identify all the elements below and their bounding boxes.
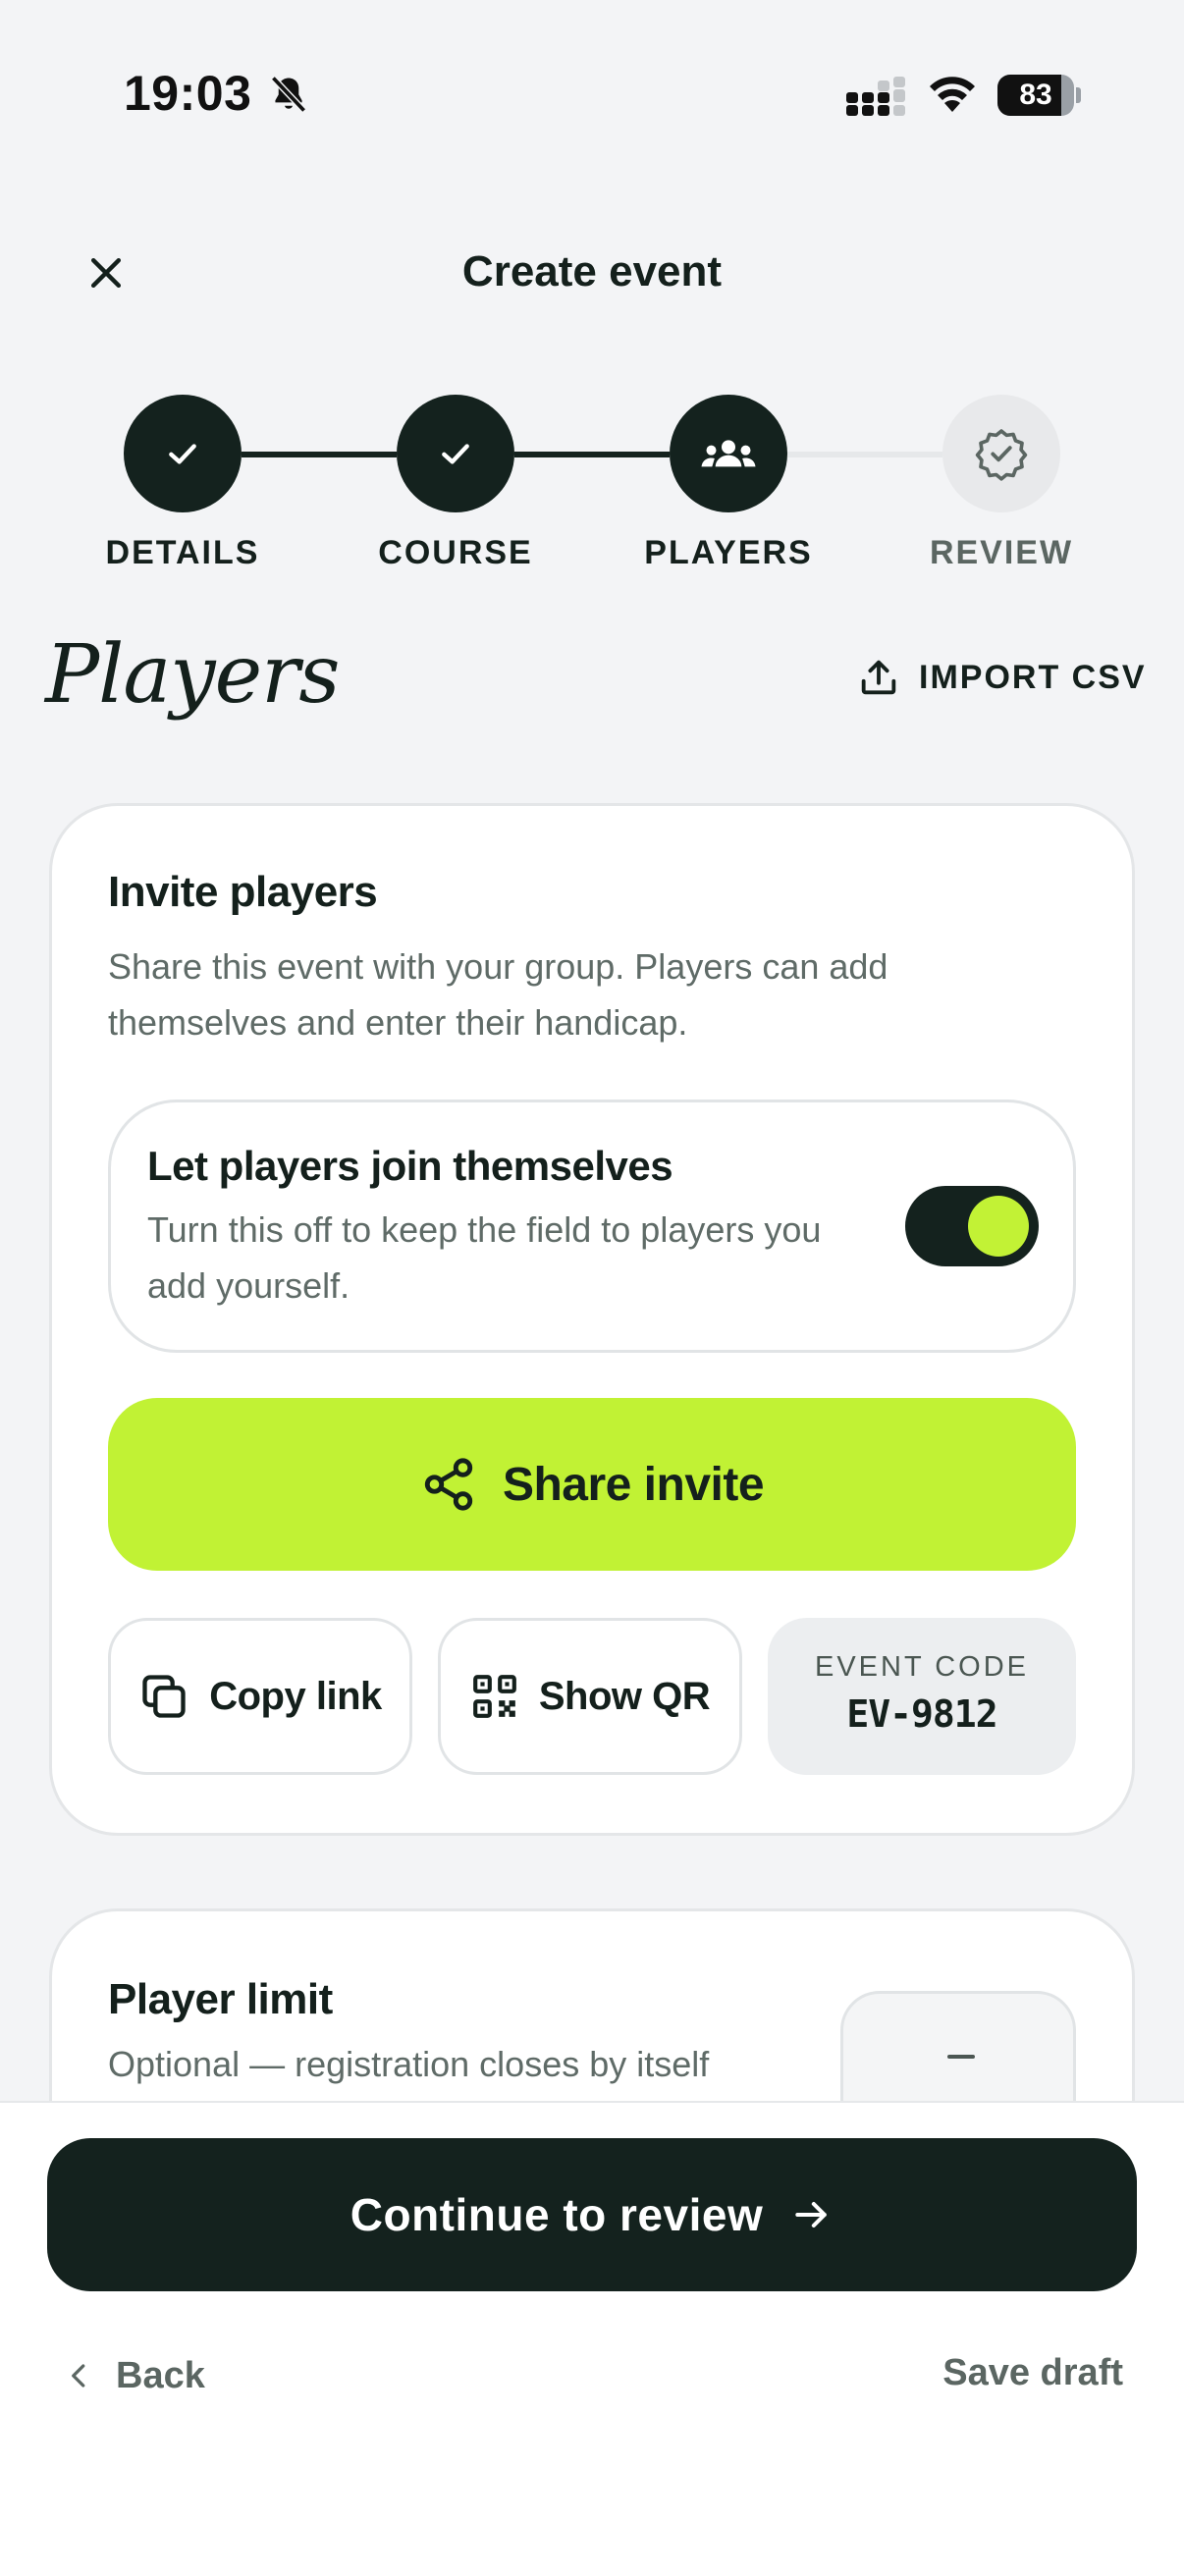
step-label-details: DETAILS [105,534,260,571]
show-qr-label: Show QR [538,1674,711,1718]
step-connector [787,452,942,457]
step-details[interactable] [124,395,242,512]
continue-label: Continue to review [350,2189,764,2240]
import-csv-button[interactable]: IMPORT CSV [856,652,1147,703]
step-course[interactable] [397,395,514,512]
step-connector [514,452,670,457]
upload-icon [861,660,896,695]
copy-link-button[interactable]: Copy link [108,1618,412,1775]
step-connector [242,452,397,457]
toggle-knob [968,1196,1029,1257]
copy-link-label: Copy link [209,1674,382,1718]
check-icon [442,444,469,464]
group-icon [701,440,756,467]
battery-indicator: 83 [997,75,1082,116]
battery-level: 83 [1019,79,1052,111]
bell-muted-icon [271,76,306,113]
qr-code-icon [472,1675,516,1718]
invite-description: Share this event with your group. Player… [108,946,888,1043]
copy-icon [142,1675,186,1718]
signal-icon [846,77,905,116]
event-code-label: EVENT CODE [814,1651,1029,1683]
step-review[interactable] [942,395,1060,512]
share-invite-label: Share invite [502,1458,765,1511]
chevron-left-icon [72,2364,85,2388]
arrow-right-icon [795,2201,828,2228]
save-draft-button[interactable]: Save draft [942,2352,1123,2394]
step-label-review: REVIEW [929,534,1074,571]
wifi-icon [930,77,975,112]
step-players[interactable] [670,395,787,512]
show-qr-button[interactable]: Show QR [438,1618,742,1775]
continue-button[interactable]: Continue to review [47,2138,1137,2291]
share-icon [424,1458,473,1511]
event-code-value: EV-9812 [846,1692,997,1736]
self-join-toggle[interactable] [905,1186,1039,1266]
player-limit-title: Player limit [108,1975,333,2023]
page-title: Create event [461,247,723,295]
step-label-players: PLAYERS [644,534,813,571]
step-label-course: COURSE [378,534,533,571]
import-csv-label: IMPORT CSV [919,658,1147,696]
minus-icon [947,2055,975,2059]
self-join-description: Turn this off to keep the field to playe… [147,1209,822,1306]
check-icon [169,444,196,464]
section-heading: Players [45,628,340,722]
badge-check-icon [975,429,1028,481]
back-label: Back [116,2354,205,2396]
status-time: 19:03 [124,66,252,121]
event-code[interactable]: EVENT CODE EV-9812 [768,1618,1076,1775]
self-join-title: Let players join themselves [147,1143,673,1189]
share-invite-button[interactable]: Share invite [108,1398,1076,1571]
back-button[interactable]: Back [65,2350,205,2401]
invite-title: Invite players [108,868,378,916]
player-limit-description: Optional — registration closes by itself [108,2044,710,2084]
